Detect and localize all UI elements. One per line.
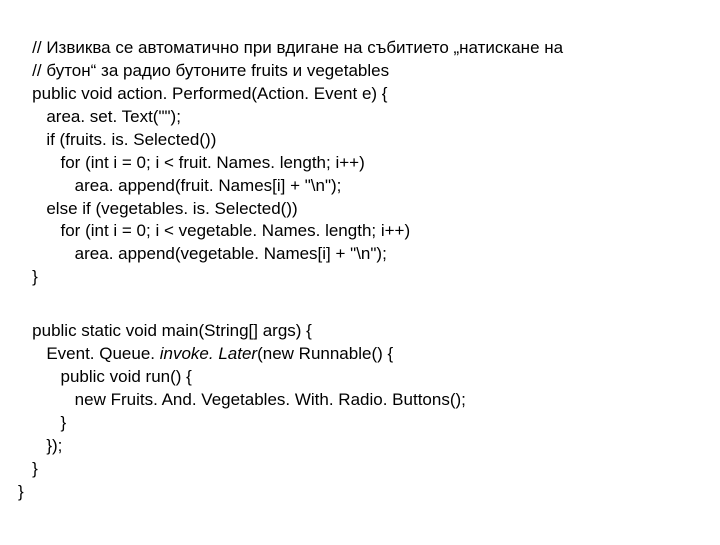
code-line: // бутон“ за радио бутоните fruits и veg…: [18, 61, 389, 80]
code-line: // Извиква се автоматично при вдигане на…: [18, 38, 563, 57]
code-line: public void run() {: [18, 367, 192, 386]
code-line: (new Runnable() {: [257, 344, 393, 363]
code-line: }: [18, 413, 66, 432]
code-line: public static void main(String[] args) {: [18, 321, 312, 340]
code-slide: // Извиква се автоматично при вдигане на…: [0, 0, 720, 545]
code-line: new Fruits. And. Vegetables. With. Radio…: [18, 390, 466, 409]
code-line: area. set. Text("");: [18, 107, 181, 126]
code-line: }: [18, 267, 38, 286]
code-line: }: [18, 482, 24, 501]
method-actionPerformed: // Извиква се автоматично при вдигане на…: [18, 37, 710, 289]
code-line: else if (vegetables. is. Selected()): [18, 199, 298, 218]
code-line: for (int i = 0; i < fruit. Names. length…: [18, 153, 365, 172]
code-italic: invoke. Later: [160, 344, 257, 363]
method-main: public static void main(String[] args) {…: [18, 320, 710, 504]
code-line: area. append(vegetable. Names[i] + "\n")…: [18, 244, 387, 263]
code-line: Event. Queue.: [18, 344, 160, 363]
code-line: public void action. Performed(Action. Ev…: [18, 84, 387, 103]
code-line: if (fruits. is. Selected()): [18, 130, 216, 149]
code-line: }: [18, 459, 38, 478]
code-line: area. append(fruit. Names[i] + "\n");: [18, 176, 341, 195]
code-line: });: [18, 436, 62, 455]
code-line: for (int i = 0; i < vegetable. Names. le…: [18, 221, 410, 240]
